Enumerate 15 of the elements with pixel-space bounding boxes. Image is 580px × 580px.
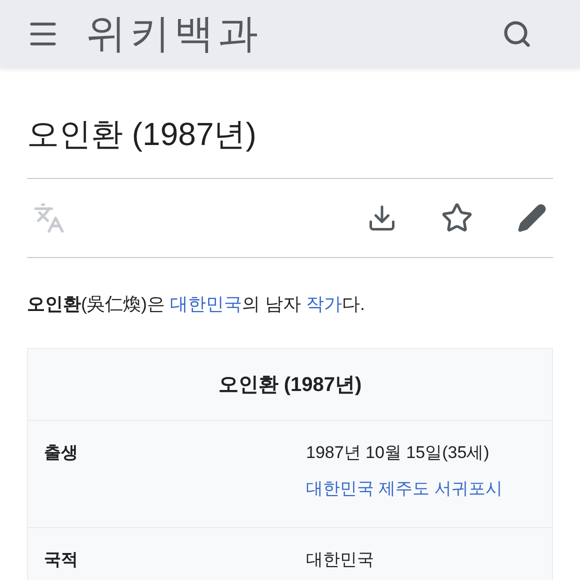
star-icon[interactable] [441,202,473,234]
text-link[interactable]: 대한민국 [170,294,242,314]
download-icon[interactable] [367,203,397,233]
value-link[interactable]: 대한민국 제주도 서귀포시 [306,471,502,507]
article-title: 오인환 (1987년) [27,115,258,154]
search-icon[interactable] [502,19,532,49]
row-label: 출생 [44,442,79,464]
row-label: 국적 [44,549,79,571]
row-value: 대한민국 [306,549,374,571]
edit-icon[interactable] [517,203,547,233]
lead-paragraph: 오인환(吳仁煥)은 대한민국의 남자 작가다. [27,293,366,316]
infobox-title: 오인환 (1987년) [28,349,552,421]
text-link[interactable]: 작가 [306,294,342,314]
site-logo[interactable]: 위키백과 [86,4,262,64]
row-value: 1987년 10월 15일(35세) [306,442,490,464]
